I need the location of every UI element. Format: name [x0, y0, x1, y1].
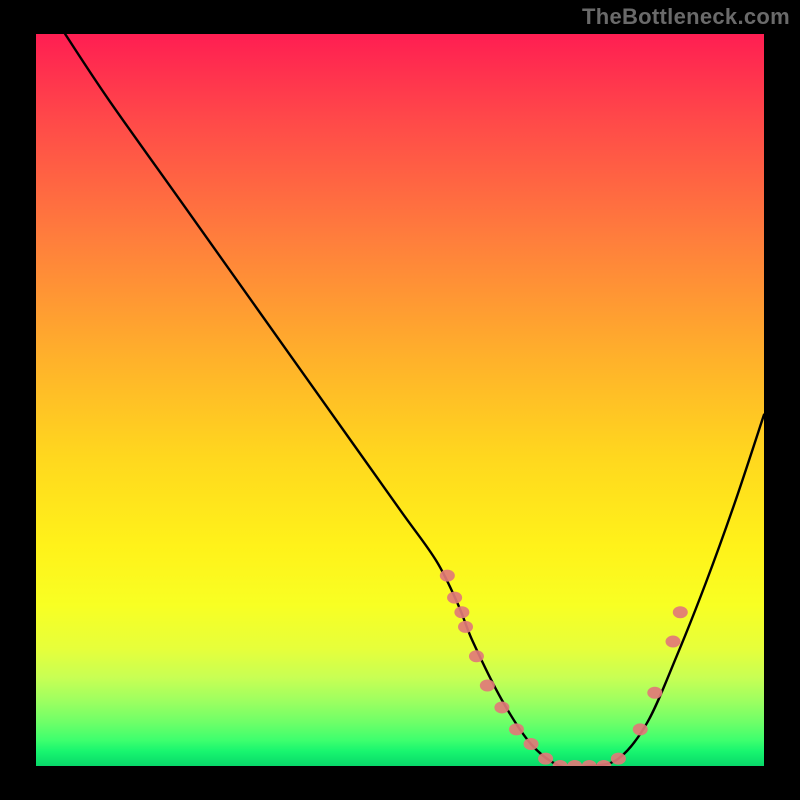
chart-frame: TheBottleneck.com [0, 0, 800, 800]
plot-gradient-background [36, 34, 764, 766]
watermark-text: TheBottleneck.com [582, 4, 790, 30]
